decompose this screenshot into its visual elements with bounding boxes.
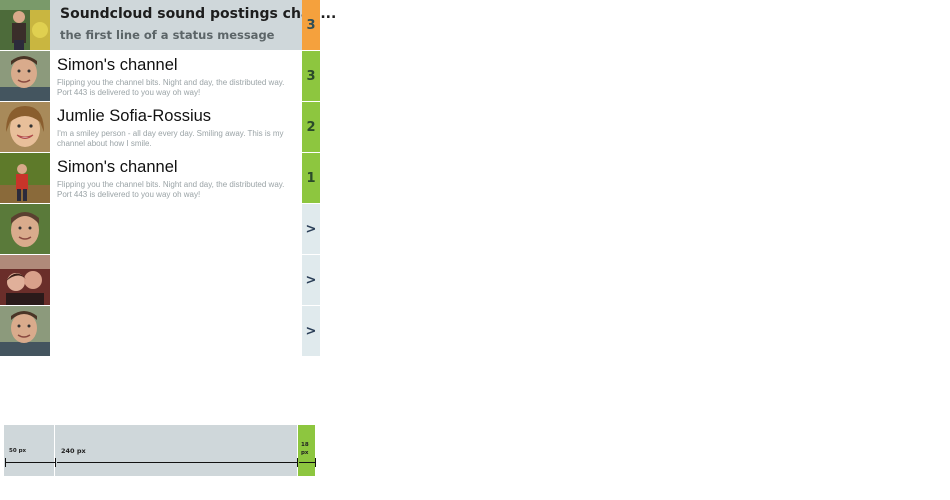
channel-item[interactable]: Simon's channel Flipping you the channel… bbox=[0, 51, 320, 102]
channel-description: Flipping you the channel bits. Night and… bbox=[57, 180, 285, 199]
avatar bbox=[0, 204, 50, 254]
channel-item[interactable]: Simon's channel Flipping you the channel… bbox=[0, 153, 320, 204]
channel-content: Simon's channel Flipping you the channel… bbox=[50, 51, 302, 102]
avatar bbox=[0, 51, 50, 101]
avatar-dimension-line bbox=[5, 462, 55, 463]
channel-item[interactable]: > bbox=[0, 306, 320, 357]
dimension-tick bbox=[315, 458, 316, 467]
channel-content: Simon's channel Flipping you the channel… bbox=[50, 153, 302, 204]
channel-description: I'm a smiley person - all day every day.… bbox=[57, 129, 284, 148]
dimension-tick bbox=[55, 458, 56, 467]
avatar bbox=[0, 102, 50, 152]
status-message: the first line of a status message bbox=[60, 28, 275, 42]
unread-count-badge[interactable]: 1 bbox=[302, 153, 320, 203]
unread-count-badge[interactable]: 3 bbox=[302, 51, 320, 101]
channel-item[interactable]: > bbox=[0, 255, 320, 306]
content-width-label: 240 px bbox=[61, 447, 86, 455]
dimension-tick bbox=[297, 458, 298, 467]
channel-name: Jumlie Sofia-Rossius bbox=[57, 107, 212, 125]
content-dimension-line bbox=[57, 462, 297, 463]
header-content: Soundcloud sound postings chan... the fi… bbox=[50, 0, 336, 50]
avatar bbox=[0, 153, 50, 203]
unread-count-badge[interactable]: 2 bbox=[302, 102, 320, 152]
open-channel-arrow[interactable]: > bbox=[302, 255, 320, 305]
channel-description: Flipping you the channel bits. Night and… bbox=[57, 78, 285, 97]
unread-count-badge[interactable]: 3 bbox=[302, 0, 320, 50]
channel-content bbox=[50, 204, 302, 255]
dimension-guide: 50 px 240 px 18 px bbox=[4, 425, 316, 476]
channel-content bbox=[50, 306, 302, 357]
avatar bbox=[0, 255, 50, 305]
channel-item[interactable]: Jumlie Sofia-Rossius I'm a smiley person… bbox=[0, 102, 320, 153]
channel-item[interactable]: > bbox=[0, 204, 320, 255]
channel-name: Simon's channel bbox=[57, 56, 178, 74]
dimension-tick bbox=[5, 458, 6, 467]
badge-dimension-line bbox=[299, 462, 315, 463]
channel-content: Jumlie Sofia-Rossius I'm a smiley person… bbox=[50, 102, 302, 153]
content-width-box bbox=[55, 425, 297, 476]
avatar bbox=[0, 306, 50, 356]
channel-list: Soundcloud sound postings chan... the fi… bbox=[0, 0, 336, 357]
avatar-width-label: 50 px bbox=[9, 448, 27, 454]
open-channel-arrow[interactable]: > bbox=[302, 306, 320, 356]
avatar bbox=[0, 0, 50, 50]
badge-width-label: 18 px bbox=[301, 442, 309, 456]
channel-title: Soundcloud sound postings chan... bbox=[60, 6, 337, 22]
channel-content bbox=[50, 255, 302, 306]
open-channel-arrow[interactable]: > bbox=[302, 204, 320, 254]
channel-list-header[interactable]: Soundcloud sound postings chan... the fi… bbox=[0, 0, 336, 51]
channel-name: Simon's channel bbox=[57, 158, 178, 176]
